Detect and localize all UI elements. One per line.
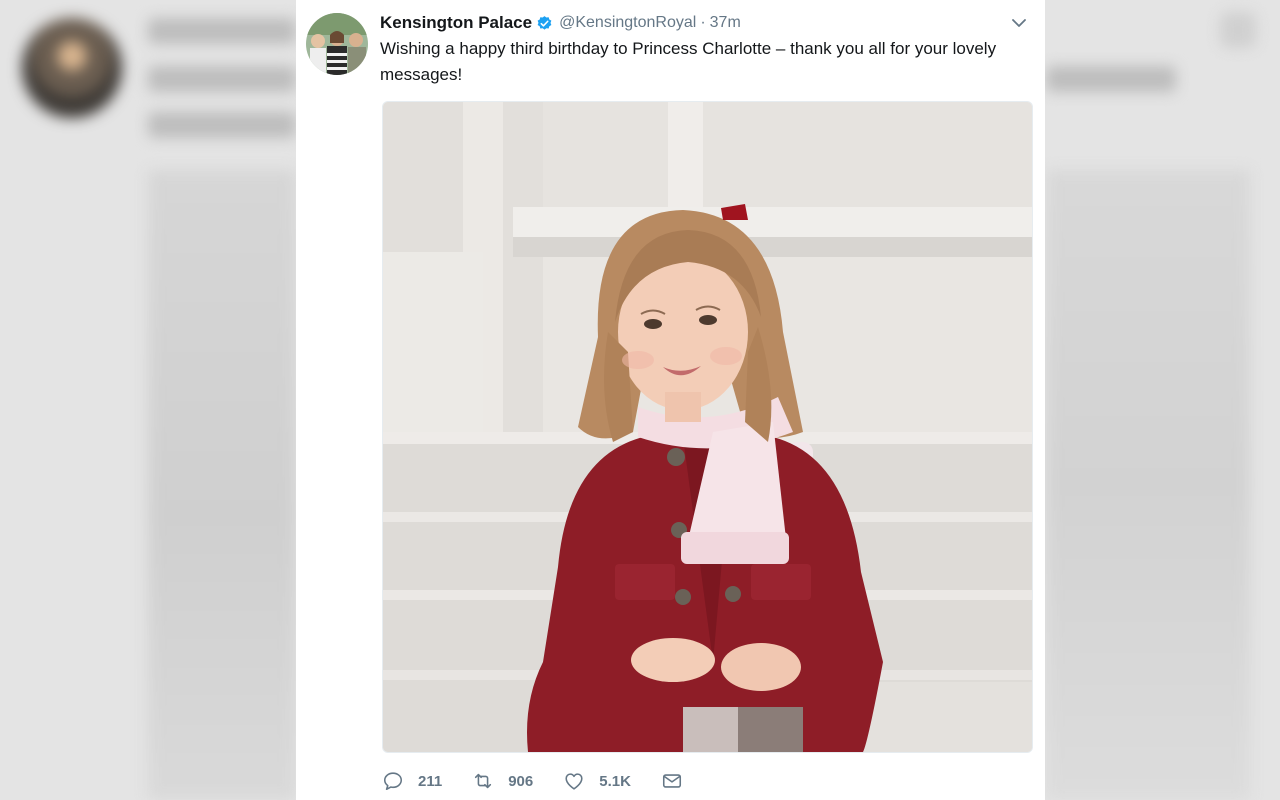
background-blur-shape (148, 112, 296, 138)
display-name[interactable]: Kensington Palace (380, 13, 532, 33)
tweet-card: Kensington Palace @KensingtonRoyal · 37m… (296, 0, 1045, 800)
background-photo-fragment (148, 170, 296, 800)
tweet-text: Wishing a happy third birthday to Prince… (380, 39, 997, 84)
retweet-button[interactable]: 906 (472, 770, 533, 792)
heart-icon (565, 773, 583, 790)
reply-icon (383, 772, 403, 791)
retweet-count: 906 (508, 772, 534, 790)
background-blur-shape (148, 66, 296, 92)
verified-badge-icon (536, 15, 553, 32)
reply-count: 211 (418, 772, 443, 790)
direct-message-button[interactable] (661, 770, 683, 792)
background-photo-fragment (1046, 170, 1250, 800)
background-blur-shape (1046, 66, 1176, 92)
avatar[interactable] (306, 13, 368, 75)
retweet-icon (475, 773, 492, 789)
tweet-photo[interactable] (382, 101, 1033, 753)
tweet-actions: 211 906 5.1K (382, 768, 713, 794)
reply-button[interactable]: 211 (382, 770, 442, 792)
like-button[interactable]: 5.1K (563, 770, 631, 792)
chevron-down-icon[interactable] (1010, 14, 1028, 32)
like-count: 5.1K (599, 772, 631, 790)
separator: · (700, 14, 706, 31)
background-avatar (22, 18, 122, 118)
mail-icon (662, 774, 681, 788)
user-handle[interactable]: @KensingtonRoyal (559, 14, 696, 32)
tweet-timestamp[interactable]: 37m (710, 14, 741, 32)
tweet-header: Kensington Palace @KensingtonRoyal · 37m (380, 12, 741, 34)
background-blur-shape (148, 18, 296, 44)
background-blur-shape (1220, 12, 1256, 48)
